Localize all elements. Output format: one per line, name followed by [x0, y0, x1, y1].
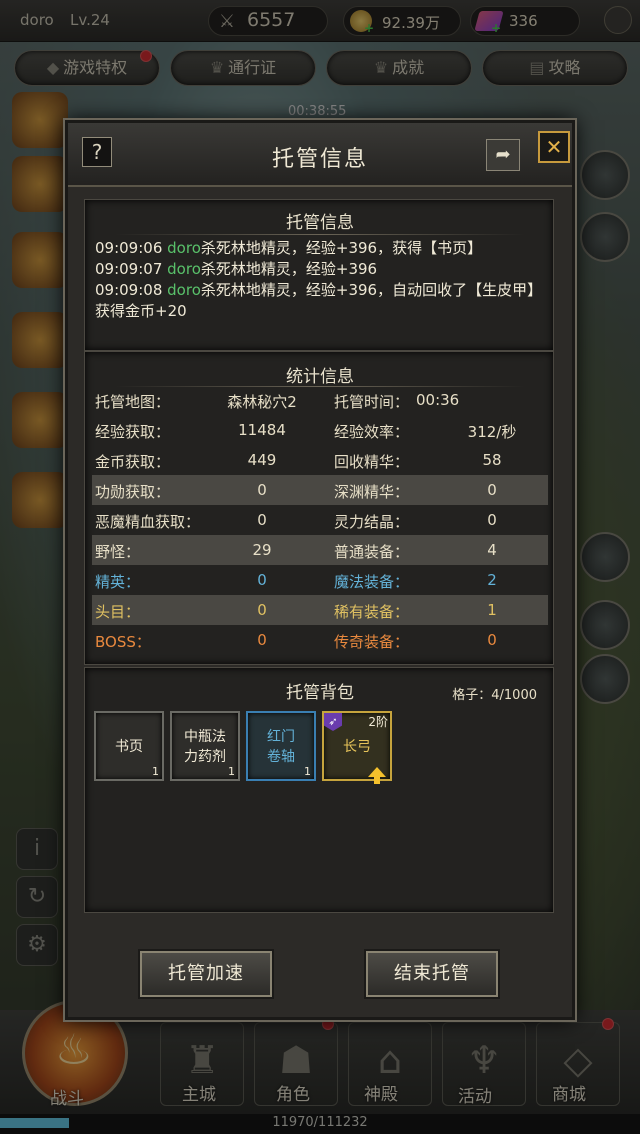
stat-label: 回收精华： [334, 453, 410, 471]
bag-slot[interactable]: 红门卷轴 1 [246, 711, 316, 781]
stats-section-title: 统计信息 [286, 367, 354, 387]
log-line: 09:09:08 doro杀死林地精灵，经验+396，自动回收了【生皮甲】获得金… [95, 280, 535, 322]
battle-log[interactable]: 09:09:06 doro杀死林地精灵，经验+396，获得【书页】 09:09:… [95, 238, 535, 356]
bag-capacity-value: 4/1000 [491, 688, 537, 703]
stat-row: 金币获取： 449 回收精华： 58 [92, 445, 548, 475]
stat-value: 森林秘穴2 [227, 393, 297, 411]
log-time: 09:09:08 [95, 281, 163, 299]
stat-value: 449 [247, 451, 277, 469]
stat-value: 4 [487, 541, 497, 559]
stat-label: 头目： [95, 603, 141, 621]
stat-value: 0 [257, 601, 267, 619]
log-line: 09:09:07 doro杀死林地精灵，经验+396 [95, 259, 535, 280]
bag-slot[interactable]: ➶ 2阶 长弓 [322, 711, 392, 784]
bow-class-icon: ➶ [324, 713, 342, 731]
stat-value: 58 [482, 451, 502, 469]
stat-row: BOSS： 0 传奇装备： 0 [92, 625, 548, 655]
log-actor: doro [167, 239, 201, 257]
stat-row: 野怪： 29 普通装备： 4 [92, 535, 548, 565]
stat-value: 00:36 [416, 391, 460, 409]
stat-row: 恶魔精血获取： 0 灵力结晶： 0 [92, 505, 548, 535]
stat-value: 11484 [238, 421, 286, 439]
stat-label: BOSS： [95, 633, 151, 651]
bag-capacity: 格子：4/1000 [452, 684, 537, 703]
upgrade-arrow-icon [368, 767, 386, 784]
stat-label: 金币获取： [95, 453, 171, 471]
stat-value: 0 [257, 631, 267, 649]
stat-row: 功勋获取： 0 深渊精华： 0 [92, 475, 548, 505]
log-text: 杀死林地精灵，经验+396 [200, 260, 378, 278]
stat-label: 托管时间： [334, 393, 410, 411]
bag-panel: 托管背包 格子：4/1000 [84, 667, 554, 913]
log-line: 09:09:06 doro杀死林地精灵，经验+396，获得【书页】 [95, 238, 535, 259]
item-count: 1 [304, 765, 311, 778]
end-auto-battle-button[interactable]: 结束托管 [366, 951, 498, 997]
share-icon[interactable]: ➦ [486, 139, 520, 171]
item-name: 红门卷轴 [267, 729, 295, 765]
stat-label: 经验获取： [95, 423, 171, 441]
stat-value: 0 [487, 631, 497, 649]
stat-value: 0 [257, 571, 267, 589]
stat-label: 深渊精华： [334, 483, 410, 501]
stat-label: 经验效率： [334, 423, 410, 441]
stat-value: 312/秒 [467, 423, 517, 441]
stat-value: 0 [257, 511, 267, 529]
log-time: 09:09:07 [95, 260, 163, 278]
log-panel: 托管信息 09:09:06 doro杀死林地精灵，经验+396，获得【书页】 0… [84, 199, 554, 351]
stats-table: 托管地图： 森林秘穴2 托管时间： 00:36 经验获取： 11484 经验效率… [92, 385, 548, 655]
item-tier: 2阶 [368, 715, 388, 729]
stat-row: 精英： 0 魔法装备： 2 [92, 565, 548, 595]
log-text: 杀死林地精灵，经验+396，获得【书页】 [200, 239, 483, 257]
stat-label: 传奇装备： [334, 633, 410, 651]
stat-value: 0 [487, 511, 497, 529]
auto-battle-modal: ? 托管信息 ➦ ✕ 托管信息 09:09:06 doro杀死林地精灵，经验+3… [65, 120, 575, 1020]
close-icon[interactable]: ✕ [538, 131, 570, 163]
bag-capacity-label: 格子： [452, 688, 492, 703]
stat-label: 托管地图： [95, 393, 171, 411]
item-name: 长弓 [343, 739, 371, 755]
stat-label: 魔法装备： [334, 573, 410, 591]
log-time: 09:09:06 [95, 239, 163, 257]
log-section-title: 托管信息 [286, 213, 354, 233]
bag-slot[interactable]: 中瓶法力药剂 1 [170, 711, 240, 781]
stat-label: 灵力结晶： [334, 513, 410, 531]
log-actor: doro [167, 260, 201, 278]
stat-row: 头目： 0 稀有装备： 1 [92, 595, 548, 625]
stat-value: 29 [252, 541, 272, 559]
stat-value: 1 [487, 601, 497, 619]
stat-label: 普通装备： [334, 543, 410, 561]
stat-value: 0 [487, 481, 497, 499]
item-count: 1 [228, 765, 235, 778]
log-actor: doro [167, 281, 201, 299]
stat-label: 功勋获取： [95, 483, 171, 501]
item-name: 书页 [115, 739, 143, 755]
stat-label: 稀有装备： [334, 603, 410, 621]
speed-up-button[interactable]: 托管加速 [140, 951, 272, 997]
bag-slot[interactable]: 书页 1 [94, 711, 164, 781]
modal-header: ? 托管信息 ➦ ✕ [68, 123, 572, 187]
item-name: 中瓶法力药剂 [184, 729, 226, 765]
stat-row: 托管地图： 森林秘穴2 托管时间： 00:36 [92, 385, 548, 415]
stat-value: 0 [257, 481, 267, 499]
divider [115, 234, 525, 235]
stat-row: 经验获取： 11484 经验效率： 312/秒 [92, 415, 548, 445]
stat-label: 恶魔精血获取： [95, 513, 201, 531]
item-count: 1 [152, 765, 159, 778]
stat-label: 野怪： [95, 543, 141, 561]
stat-value: 2 [487, 571, 497, 589]
stat-label: 精英： [95, 573, 141, 591]
